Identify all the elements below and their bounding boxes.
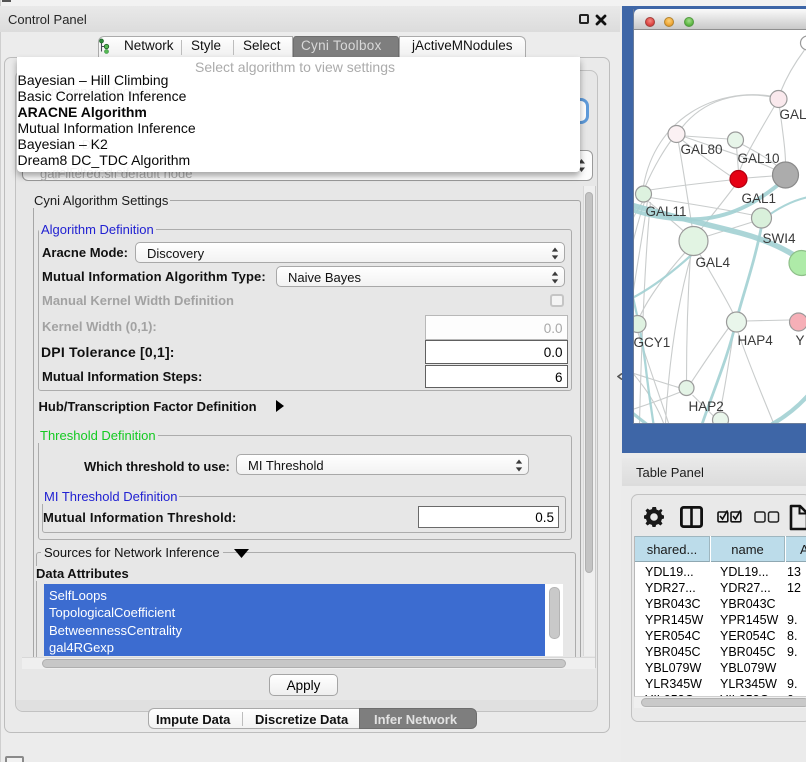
svg-text:GAL80: GAL80 (680, 142, 722, 157)
svg-text:SWI4: SWI4 (762, 231, 795, 246)
svg-text:Y: Y (795, 333, 804, 348)
svg-text:GAL10: GAL10 (737, 151, 779, 166)
svg-text:HAP2: HAP2 (688, 399, 723, 414)
svg-text:GCY1: GCY1 (634, 335, 670, 350)
svg-text:GAL2: GAL2 (779, 107, 806, 122)
svg-text:GAL1: GAL1 (741, 191, 776, 206)
svg-text:GAL4: GAL4 (695, 255, 730, 270)
svg-text:GAL11: GAL11 (645, 204, 686, 219)
svg-text:HAP4: HAP4 (737, 333, 773, 348)
